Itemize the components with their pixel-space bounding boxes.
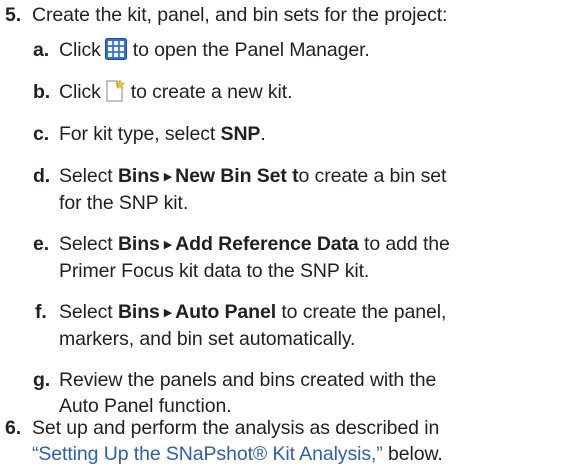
menu-bins: Bins bbox=[117, 165, 160, 187]
substep-d-letter: d. bbox=[33, 165, 51, 187]
substep-g-letter: g. bbox=[33, 369, 51, 391]
substep-e-before: Select bbox=[59, 233, 113, 255]
substep-e-line2: Primer Focus kit data to the SNP kit. bbox=[59, 260, 370, 282]
substep-f-letter: f. bbox=[35, 301, 47, 323]
substep-c-text: For kit type, select SNP. bbox=[59, 121, 564, 147]
substep-b-text: Click to create a new kit. bbox=[59, 79, 564, 109]
substep-f-text: Select Bins ▶ Auto Panel to create the pan… bbox=[59, 299, 564, 352]
snapshot-kit-analysis-link[interactable]: “Setting Up the SNaPshot® Kit Analysis,” bbox=[32, 443, 383, 465]
substep-c-bold: SNP bbox=[220, 123, 261, 145]
substep-c-letter: c. bbox=[33, 123, 50, 145]
substep-g-text: Review the panels and bins created with … bbox=[59, 367, 564, 419]
menu-bins: Bins bbox=[117, 301, 160, 323]
substep-g-line1: Review the panels and bins created with … bbox=[59, 369, 437, 391]
new-kit-icon[interactable] bbox=[105, 79, 126, 109]
substep-b-before: Click bbox=[59, 81, 101, 103]
substep-g-line2: Auto Panel function. bbox=[59, 395, 232, 417]
substep-a-after: to open the Panel Manager. bbox=[132, 39, 370, 61]
menu-bins: Bins bbox=[117, 233, 160, 255]
substep-e-letter: e. bbox=[33, 233, 50, 255]
substep-f-line2: markers, and bin set automatically. bbox=[59, 328, 356, 350]
menu-arrow-icon: ▶ bbox=[163, 307, 173, 319]
substep-a-before: Click bbox=[59, 39, 101, 61]
substep-d-after: o create a bin set bbox=[298, 165, 447, 187]
substep-a-letter: a. bbox=[33, 39, 50, 61]
step-6-line1: Set up and perform the analysis as descr… bbox=[32, 417, 440, 439]
substep-d-before: Select bbox=[59, 165, 113, 187]
menu-arrow-icon: ▶ bbox=[163, 171, 173, 183]
substep-c-after: . bbox=[260, 123, 266, 145]
panel-manager-grid-icon[interactable] bbox=[104, 38, 127, 67]
substep-d-text: Select Bins ▶ New Bin Set to create a bin … bbox=[59, 163, 564, 216]
substep-c-before: For kit type, select bbox=[59, 123, 216, 145]
substep-e-after: to add the bbox=[364, 233, 450, 255]
instructions-document: 5. Create the kit, panel, and bin sets f… bbox=[0, 0, 565, 469]
substep-d-line2: for the SNP kit. bbox=[59, 192, 189, 214]
menu-auto-panel: Auto Panel bbox=[175, 301, 277, 323]
substep-a-text: Click to open the Panel Manager. bbox=[59, 37, 564, 67]
step-6-after: below. bbox=[388, 443, 443, 465]
substep-b-letter: b. bbox=[33, 81, 51, 103]
step-5-text: Create the kit, panel, and bin sets for … bbox=[32, 4, 448, 26]
substep-b-after: to create a new kit. bbox=[130, 81, 293, 103]
step-6-number: 6. bbox=[5, 417, 22, 439]
step-6-text: Set up and perform the analysis as descr… bbox=[32, 415, 562, 467]
substep-e-text: Select Bins ▶ Add Reference Data to add th… bbox=[59, 231, 564, 284]
substep-f-after: to create the panel, bbox=[281, 301, 447, 323]
menu-add-reference-data: Add Reference Data bbox=[175, 233, 359, 255]
step-5-number: 5. bbox=[5, 4, 22, 26]
menu-arrow-icon: ▶ bbox=[163, 239, 173, 251]
substep-f-before: Select bbox=[59, 301, 113, 323]
menu-new-bin-set: New Bin Set bbox=[175, 165, 287, 187]
